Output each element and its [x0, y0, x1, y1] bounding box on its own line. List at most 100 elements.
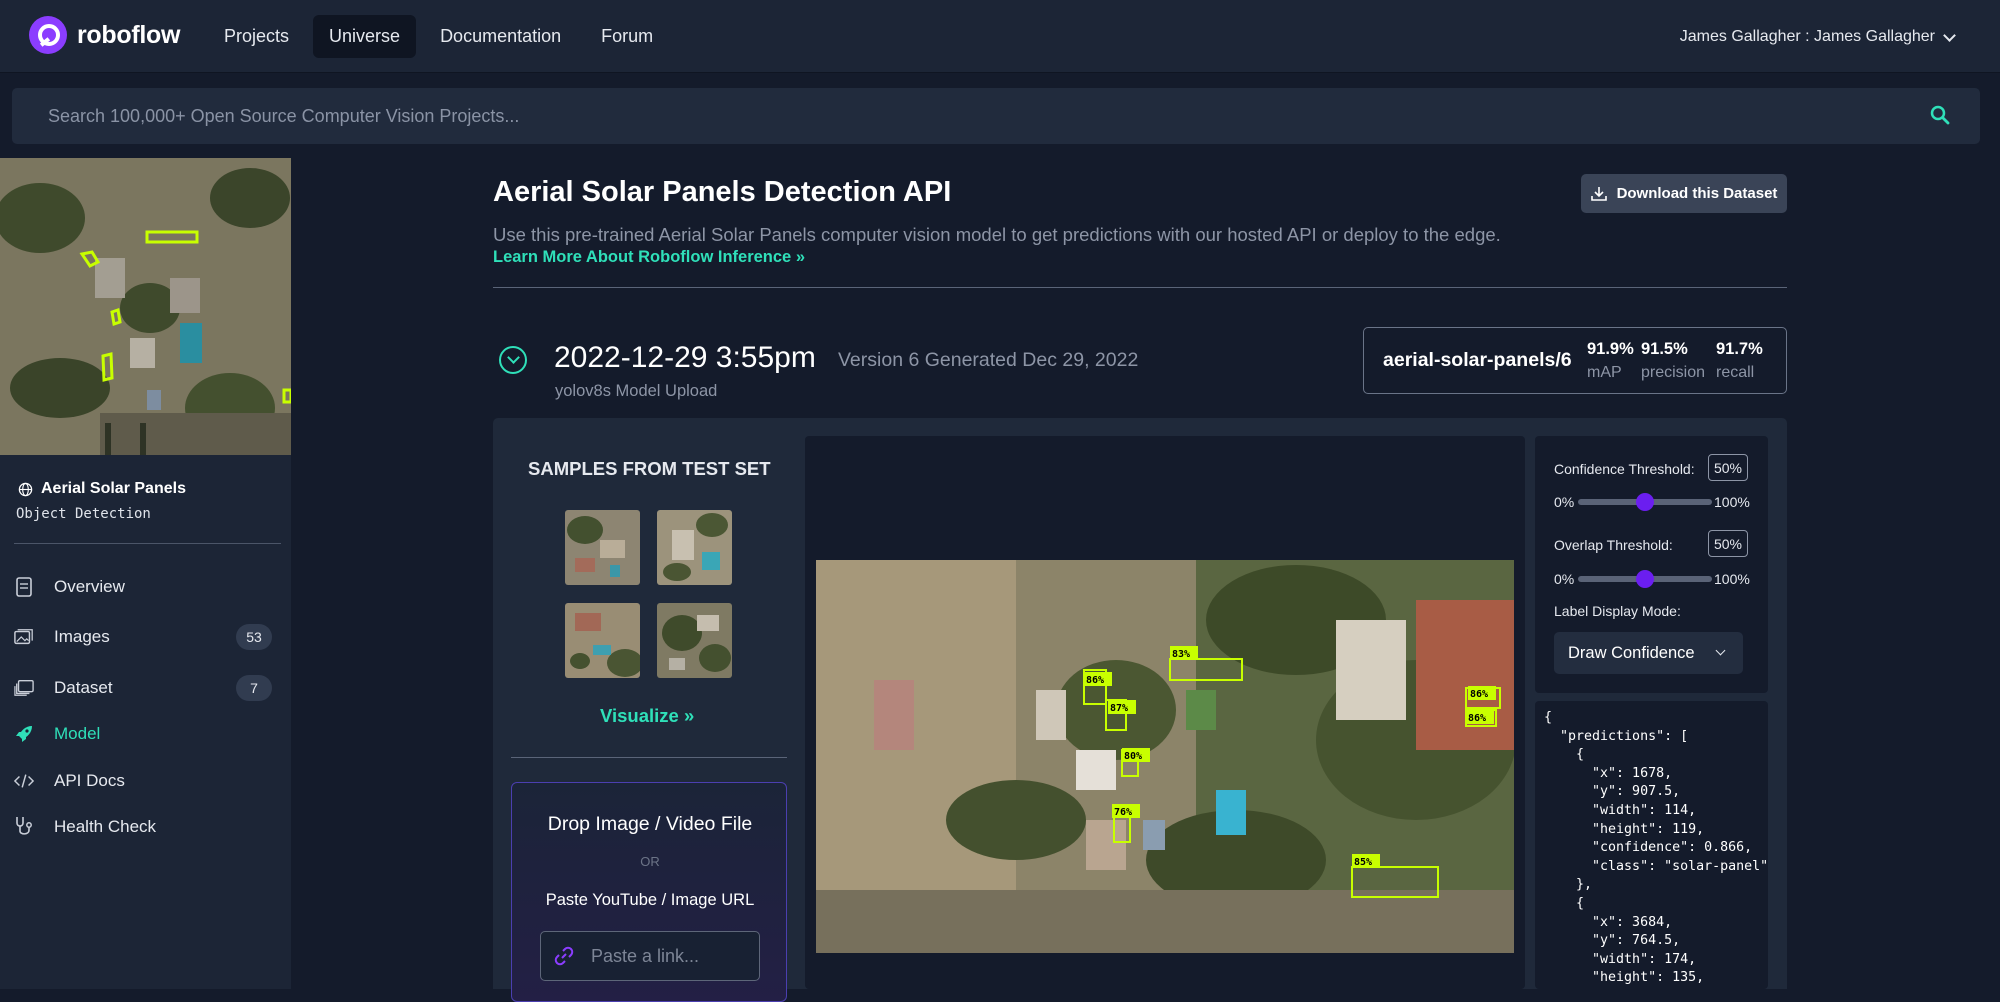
visualize-link[interactable]: Visualize » [600, 705, 694, 727]
dataset-count-badge: 7 [236, 675, 272, 701]
prediction-viewer: 83% 86% 87% 80% 76% 85% 86% 86% [805, 436, 1525, 989]
overlap-max-label: 100% [1714, 571, 1750, 587]
version-model-upload: yolov8s Model Upload [555, 382, 718, 400]
sample-image-2[interactable] [657, 510, 732, 585]
sidebar-item-label: API Docs [54, 771, 125, 790]
svg-text:86%: 86% [1470, 689, 1488, 700]
inference-controls: Confidence Threshold: 50% 0% 100% Overla… [1535, 436, 1768, 693]
metric-value: 91.9% [1587, 340, 1634, 358]
collapse-version-icon[interactable] [499, 346, 527, 374]
nav-link-projects[interactable]: Projects [208, 15, 305, 58]
nav-link-universe[interactable]: Universe [313, 15, 417, 58]
confidence-slider-thumb[interactable] [1636, 493, 1654, 511]
brand-name: roboflow [77, 20, 181, 49]
label-display-mode-value: Draw Confidence [1568, 643, 1695, 662]
aerial-thumbnail-image [0, 158, 291, 455]
learn-more-link[interactable]: Learn More About Roboflow Inference » [493, 248, 805, 267]
confidence-threshold-label: Confidence Threshold: [1554, 461, 1695, 477]
sidebar-item-label: Dataset [54, 678, 113, 697]
version-generated: Version 6 Generated Dec 29, 2022 [838, 349, 1139, 371]
sidebar-item-images[interactable]: Images 53 [0, 617, 291, 657]
sample-image-1[interactable] [565, 510, 640, 585]
sample-image-4[interactable] [657, 603, 732, 678]
overlap-threshold-value[interactable]: 50% [1708, 530, 1748, 557]
label-display-mode-select[interactable]: Draw Confidence [1554, 632, 1743, 674]
overlap-min-label: 0% [1554, 571, 1575, 587]
sidebar-item-label: Images [54, 627, 110, 646]
svg-text:83%: 83% [1172, 649, 1190, 660]
nav-links: Projects Universe Documentation Forum [208, 15, 669, 58]
page-title: Aerial Solar Panels Detection API [493, 176, 952, 208]
svg-text:76%: 76% [1114, 807, 1132, 818]
project-name: Aerial Solar Panels [18, 480, 186, 498]
sidebar-item-api-docs[interactable]: API Docs [0, 761, 291, 801]
sidebar-item-label: Health Check [54, 817, 157, 836]
images-count-badge: 53 [236, 624, 272, 650]
overlap-slider-thumb[interactable] [1636, 570, 1654, 588]
sidebar-item-model[interactable]: Model [0, 714, 291, 754]
document-icon [14, 577, 34, 597]
svg-text:87%: 87% [1110, 703, 1128, 714]
nav-link-forum[interactable]: Forum [585, 15, 669, 58]
metric-recall: 91.7% recall [1716, 340, 1763, 382]
metric-label: recall [1716, 364, 1755, 381]
page-subtitle: Use this pre-trained Aerial Solar Panels… [493, 224, 1501, 245]
chevron-down-icon [1715, 645, 1726, 656]
confidence-min-label: 0% [1554, 494, 1575, 510]
confidence-slider[interactable] [1578, 493, 1712, 511]
download-dataset-button[interactable]: Download this Dataset [1581, 174, 1787, 213]
roboflow-logo-icon [29, 16, 67, 54]
drop-title: Drop Image / Video File [547, 813, 753, 835]
project-thumbnail[interactable] [0, 158, 291, 455]
sidebar-divider [14, 543, 281, 544]
svg-text:85%: 85% [1354, 857, 1372, 868]
search-input[interactable] [48, 88, 1848, 144]
metric-label: precision [1641, 364, 1706, 381]
sample-image-3[interactable] [565, 603, 640, 678]
rocket-icon [14, 724, 34, 744]
header-divider [493, 287, 1787, 288]
model-id: aerial-solar-panels/6 [1383, 349, 1572, 371]
aerial-prediction-image: 83% 86% 87% 80% 76% 85% 86% 86% [816, 560, 1514, 953]
sidebar-item-label: Overview [54, 577, 125, 596]
json-output-panel[interactable]: { "predictions": [ { "x": 1678, "y": 907… [1535, 701, 1768, 989]
project-type: Object Detection [16, 506, 151, 522]
top-navbar: roboflow Projects Universe Documentation… [0, 0, 2000, 73]
sidebar-item-health-check[interactable]: Health Check [0, 807, 291, 847]
metric-map: 91.9% mAP [1587, 340, 1634, 382]
nav-link-documentation[interactable]: Documentation [424, 15, 577, 58]
search-icon[interactable] [1930, 105, 1950, 125]
file-drop-zone[interactable]: Drop Image / Video File OR Paste YouTube… [511, 782, 787, 1002]
sidebar-item-label: Model [54, 724, 101, 743]
images-icon [14, 627, 34, 647]
confidence-max-label: 100% [1714, 494, 1750, 510]
download-icon [1590, 186, 1607, 201]
user-menu[interactable]: James Gallagher : James Gallagher [1679, 28, 1956, 46]
metric-value: 91.7% [1716, 340, 1763, 358]
overlap-slider[interactable] [1578, 570, 1712, 588]
user-name: James Gallagher : James Gallagher [1679, 28, 1935, 45]
link-icon [554, 946, 574, 966]
svg-text:86%: 86% [1086, 675, 1104, 686]
label-display-mode-label: Label Display Mode: [1554, 603, 1681, 619]
sidebar-item-overview[interactable]: Overview [0, 567, 291, 607]
metric-label: mAP [1587, 364, 1622, 381]
project-name-label: Aerial Solar Panels [41, 480, 186, 497]
paste-link-field [540, 931, 760, 981]
confidence-threshold-value[interactable]: 50% [1708, 454, 1748, 481]
roboflow-logo[interactable]: roboflow [29, 16, 180, 54]
samples-divider [511, 757, 787, 758]
code-icon [14, 771, 34, 791]
paste-link-input[interactable] [591, 932, 751, 980]
prediction-image[interactable]: 83% 86% 87% 80% 76% 85% 86% 86% [816, 560, 1514, 953]
dataset-icon [14, 678, 34, 698]
json-output: { "predictions": [ { "x": 1678, "y": 907… [1544, 710, 1768, 986]
model-metrics-card: aerial-solar-panels/6 91.9% mAP 91.5% pr… [1363, 327, 1787, 394]
sidebar-item-dataset[interactable]: Dataset 7 [0, 668, 291, 708]
globe-icon [18, 482, 33, 496]
svg-text:86%: 86% [1468, 713, 1486, 724]
metric-value: 91.5% [1641, 340, 1688, 358]
paste-url-label: Paste YouTube / Image URL [545, 891, 755, 909]
metric-precision: 91.5% precision [1641, 340, 1705, 382]
samples-title: SAMPLES FROM TEST SET [528, 458, 771, 479]
